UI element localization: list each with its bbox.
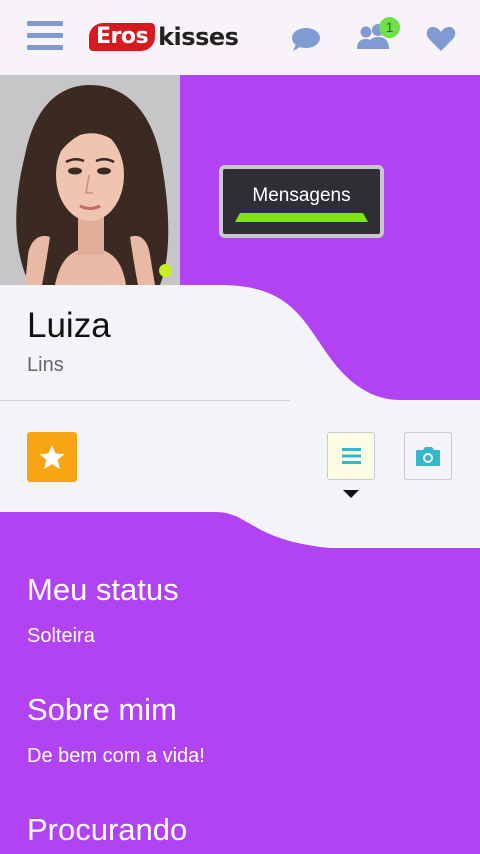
- messages-button[interactable]: Mensagens: [219, 165, 384, 238]
- list-icon: [342, 448, 361, 464]
- messages-button-label: Mensagens: [252, 185, 351, 206]
- section-title-about: Sobre mim: [27, 692, 177, 727]
- star-icon: [39, 445, 65, 469]
- section-text-status: Solteira: [27, 625, 95, 647]
- section-title-looking-for: Procurando: [27, 812, 188, 847]
- photos-button[interactable]: [404, 432, 452, 480]
- section-text-about: De bem com a vida!: [27, 745, 205, 767]
- caret-down-icon: [343, 490, 359, 498]
- camera-icon: [416, 447, 440, 466]
- divider: [0, 400, 290, 401]
- favorite-button[interactable]: [27, 432, 77, 482]
- profile-photo[interactable]: [0, 75, 180, 285]
- portrait-image: [0, 75, 180, 285]
- profile-city: Lins: [27, 354, 64, 376]
- online-status-dot: [159, 264, 172, 277]
- messages-button-bar: [235, 213, 368, 222]
- profile-name: Luiza: [27, 306, 111, 345]
- section-title-status: Meu status: [27, 572, 179, 607]
- options-menu-button[interactable]: [327, 432, 375, 480]
